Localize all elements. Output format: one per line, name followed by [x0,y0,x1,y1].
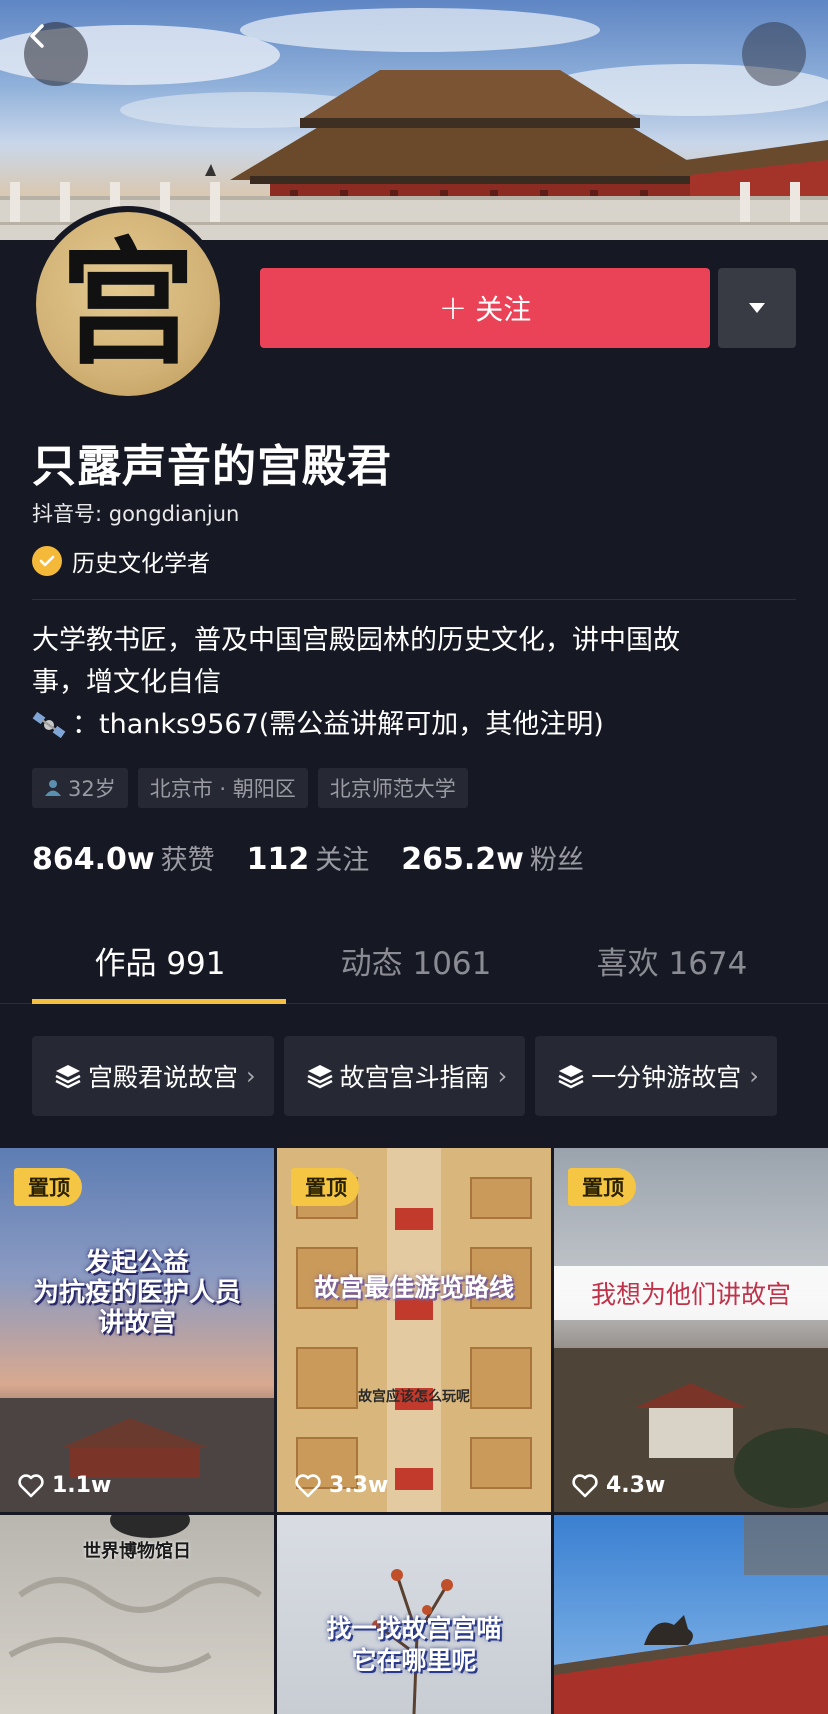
more-button[interactable] [742,22,806,86]
video-caption: 我想为他们讲故宫 [554,1266,828,1320]
bio-line: 事，增文化自信 [32,667,221,698]
caption-line: 找一找故宫宫喵 [326,1614,502,1643]
person-icon [45,780,61,796]
layers-icon [55,1065,81,1089]
back-arrow-icon [30,24,44,48]
bio: 大学教书匠，普及中国宫殿园林的历史文化，讲中国故 事，增文化自信 ：thanks… [32,620,796,746]
avatar[interactable]: 宫 [30,206,226,402]
back-button[interactable] [24,22,88,86]
video-thumbnail[interactable]: 置顶 发起公益 为抗疫的医护人员 讲故宫 1.1w [0,1148,274,1512]
stat-likes[interactable]: 864.0w 获赞 [32,838,215,877]
pinned-badge: 置顶 [568,1168,636,1206]
tag-school: 北京师范大学 [317,768,468,808]
certification: 历史文化学者 [32,544,210,578]
satellite-icon [32,711,66,739]
like-count: 3.3w [295,1473,388,1498]
collection-label: 一分钟游故宫 [591,1063,742,1092]
heart-icon [572,1473,598,1497]
douyin-id[interactable]: 抖音号: gongdianjun [32,498,239,528]
bio-contact: ：thanks9567(需公益讲解可加，其他注明) [32,704,796,746]
video-caption: 找一找故宫宫喵 它在哪里呢 [277,1613,551,1677]
bio-contact-text: ：thanks9567(需公益讲解可加，其他注明) [72,709,604,740]
chevron-right-icon: › [246,1062,256,1090]
tag-location: 北京市 · 朝阳区 [137,768,308,808]
caption-line: 为抗疫的医护人员 [32,1278,241,1308]
collection-chip[interactable]: 一分钟游故宫 › [535,1036,777,1116]
collection-chip[interactable]: 故宫宫斗指南 › [283,1036,526,1116]
caption-line: 故宫最佳游览路线 [313,1273,514,1302]
caption-line: 发起公益 [84,1248,189,1278]
collection-label: 宫殿君说故宫 [88,1063,239,1092]
layers-icon [558,1065,584,1089]
bio-line: 大学教书匠，普及中国宫殿园林的历史文化，讲中国故 [32,625,680,656]
chevron-right-icon: › [749,1062,759,1090]
video-caption: 世界博物馆日 [0,1537,274,1563]
tag-location-label: 北京市 · 朝阳区 [149,777,296,801]
stat-followers-number: 265.2w [401,842,524,877]
like-count: 4.3w [572,1473,665,1498]
heart-icon [295,1473,321,1497]
follow-label: 关注 [475,293,532,326]
stats-row: 864.0w 获赞 112 关注 265.2w 粉丝 [32,838,616,877]
like-count-value: 4.3w [606,1473,666,1498]
certification-label: 历史文化学者 [72,551,210,577]
caption-line: 世界博物馆日 [83,1541,191,1562]
collection-chip[interactable]: 宫殿君说故宫 › [32,1036,274,1116]
video-thumbnail[interactable] [554,1515,828,1714]
tab-works[interactable]: 作品 991 [32,918,288,1004]
stat-likes-number: 864.0w [32,842,155,877]
caption-line: 它在哪里呢 [351,1646,477,1675]
video-caption: 故宫最佳游览路线 [277,1268,551,1304]
recommend-dropdown-button[interactable] [718,268,796,348]
tag-age-label: 32岁 [68,777,116,801]
caption-line: 我想为他们讲故宫 [590,1280,791,1309]
stat-followers[interactable]: 265.2w 粉丝 [401,838,584,877]
nickname: 只露声音的宫殿君 [32,441,392,492]
avatar-image: 宫 [36,212,220,396]
pinned-badge: 置顶 [291,1168,359,1206]
tab-likes[interactable]: 喜欢 1674 [544,918,800,1003]
check-icon [32,546,62,576]
pinned-badge: 置顶 [14,1168,82,1206]
stat-followers-label: 粉丝 [529,845,584,876]
stat-following-label: 关注 [315,845,370,876]
divider [32,599,796,600]
tab-moments-label: 动态 1061 [340,946,492,982]
video-scene [554,1515,828,1714]
video-thumbnail[interactable]: 置顶 我想为他们讲故宫 4.3w [554,1148,828,1512]
stat-following-number: 112 [246,842,310,877]
tab-works-label: 作品 991 [94,946,226,982]
video-thumbnail[interactable]: 找一找故宫宫喵 它在哪里呢 [277,1515,551,1714]
follow-button[interactable]: + 关注 [260,268,710,348]
avatar-glyph: 宫 [60,224,196,384]
tab-likes-label: 喜欢 1674 [596,946,748,982]
collection-label: 故宫宫斗指南 [339,1063,490,1092]
active-tab-indicator [32,999,286,1004]
profile-tags: 32岁 北京市 · 朝阳区 北京师范大学 [32,768,468,808]
video-thumbnail[interactable]: 置顶 故宫最佳游览路线 故宫应该怎么玩呢 3.3w [277,1148,551,1512]
tag-age: 32岁 [32,768,128,808]
video-caption: 发起公益 为抗疫的医护人员 讲故宫 [0,1248,274,1338]
tag-school-label: 北京师范大学 [329,777,456,801]
like-count-value: 1.1w [52,1473,112,1498]
stat-following[interactable]: 112 关注 [247,838,370,877]
tab-moments[interactable]: 动态 1061 [288,918,544,1003]
stat-likes-label: 获赞 [160,845,215,876]
caption-line: 讲故宫 [97,1308,176,1338]
heart-icon [18,1473,44,1497]
chevron-right-icon: › [497,1062,508,1090]
plus-icon: + [438,288,468,328]
like-count: 1.1w [18,1473,111,1498]
triangle-down-icon [749,303,765,313]
like-count-value: 3.3w [329,1473,389,1498]
forbidden-city-illustration [0,8,828,240]
content-tabs: 作品 991 动态 1061 喜欢 1674 [0,918,828,1004]
collection-chips: 宫殿君说故宫 › 故宫宫斗指南 › 一分钟游故宫 › [32,1036,777,1116]
profile-banner [0,0,828,240]
layers-icon [307,1065,333,1089]
video-thumbnail[interactable]: 世界博物馆日 [0,1515,274,1714]
video-subcaption: 故宫应该怎么玩呢 [358,1389,470,1405]
